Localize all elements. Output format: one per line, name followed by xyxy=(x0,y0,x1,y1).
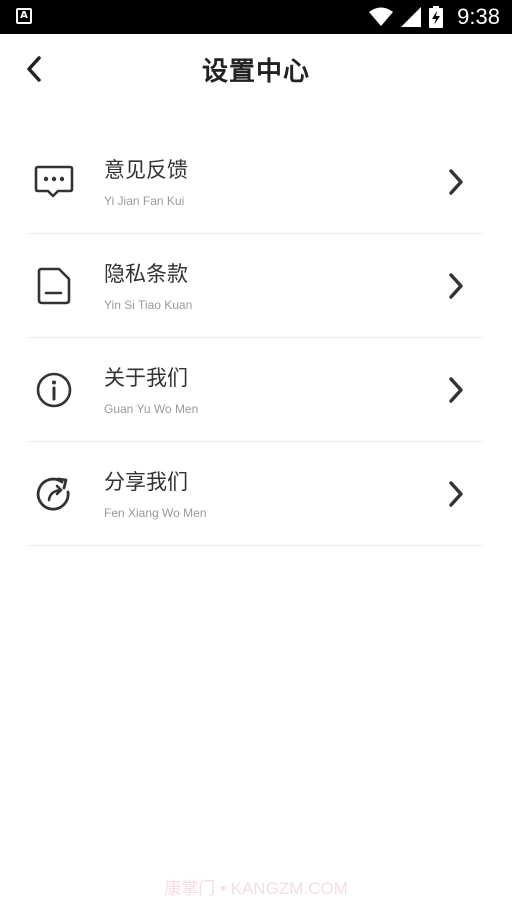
status-bar: A 9:38 xyxy=(0,0,512,34)
page-title: 设置中心 xyxy=(201,57,310,87)
menu-item-subtitle: Fen Xiang Wo Men xyxy=(104,506,207,520)
share-rotate-icon xyxy=(34,474,74,514)
chevron-right-icon xyxy=(446,480,466,508)
menu-item-title: 关于我们 xyxy=(104,366,188,390)
status-icons: 9:38 xyxy=(369,0,500,34)
menu-item-feedback[interactable]: 意见反馈 Yi Jian Fan Kui xyxy=(26,130,484,234)
chevron-right-icon xyxy=(446,168,466,196)
document-icon xyxy=(34,266,74,306)
menu-item-subtitle: Yin Si Tiao Kuan xyxy=(104,298,193,312)
app-a-icon: A xyxy=(16,8,32,24)
info-circle-icon xyxy=(34,370,74,410)
menu-item-title: 分享我们 xyxy=(104,470,188,494)
menu-item-about[interactable]: 关于我们 Guan Yu Wo Men xyxy=(26,338,484,442)
battery-charging-icon xyxy=(429,6,444,28)
menu-item-title: 意见反馈 xyxy=(104,158,188,182)
signal-icon xyxy=(401,7,422,27)
wifi-icon xyxy=(369,7,394,26)
settings-menu: 意见反馈 Yi Jian Fan Kui 隐私条款 Yin Si Tiao Ku… xyxy=(26,130,484,546)
watermark: 康掌门 • KANGZM.COM xyxy=(164,879,348,898)
message-dots-icon xyxy=(34,162,74,202)
header: 设置中心 xyxy=(0,34,512,106)
menu-item-subtitle: Guan Yu Wo Men xyxy=(104,402,199,416)
status-time: 9:38 xyxy=(457,4,500,29)
menu-item-share[interactable]: 分享我们 Fen Xiang Wo Men xyxy=(26,442,484,546)
menu-item-subtitle: Yi Jian Fan Kui xyxy=(104,194,185,208)
menu-item-privacy[interactable]: 隐私条款 Yin Si Tiao Kuan xyxy=(26,234,484,338)
chevron-right-icon xyxy=(446,272,466,300)
menu-item-title: 隐私条款 xyxy=(104,262,188,286)
chevron-right-icon xyxy=(446,376,466,404)
